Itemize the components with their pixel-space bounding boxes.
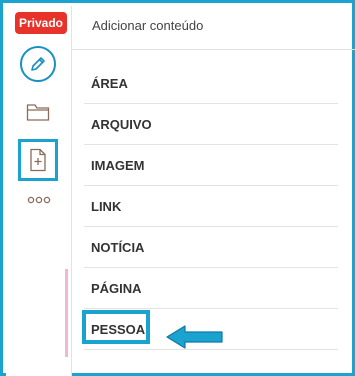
menu-item-area[interactable]: ÁREA xyxy=(84,63,338,104)
menu-item-link[interactable]: LINK xyxy=(84,186,338,227)
menu-item-arquivo[interactable]: ARQUIVO xyxy=(84,104,338,145)
menu-item-pagina[interactable]: PÁGINA xyxy=(84,268,338,309)
add-content-panel: Adicionar conteúdo ÁREA ARQUIVO IMAGEM L… xyxy=(72,6,355,376)
menu-item-noticia[interactable]: NOTÍCIA xyxy=(84,227,338,268)
pointer-arrow-icon xyxy=(166,325,223,349)
divider xyxy=(72,49,355,50)
more-button[interactable] xyxy=(26,193,52,207)
new-page-icon xyxy=(30,148,46,172)
edit-button[interactable] xyxy=(20,46,56,82)
folder-icon xyxy=(26,103,50,121)
folder-button[interactable] xyxy=(22,100,54,124)
scroll-indicator xyxy=(65,269,68,357)
more-icon xyxy=(27,196,51,204)
menu-item-pessoa-label: PESSOA xyxy=(91,322,146,337)
content-type-menu: ÁREA ARQUIVO IMAGEM LINK NOTÍCIA PÁGINA … xyxy=(82,63,338,350)
sidebar: Privado xyxy=(6,6,72,376)
menu-item-imagem[interactable]: IMAGEM xyxy=(84,145,338,186)
panel-title: Adicionar conteúdo xyxy=(92,18,204,33)
privacy-badge: Privado xyxy=(15,12,67,34)
add-content-window: Privado Adicionar conteúdo ÁREA ARQUIVO … xyxy=(0,0,355,376)
new-page-button[interactable] xyxy=(18,139,58,181)
pencil-icon xyxy=(31,57,45,71)
